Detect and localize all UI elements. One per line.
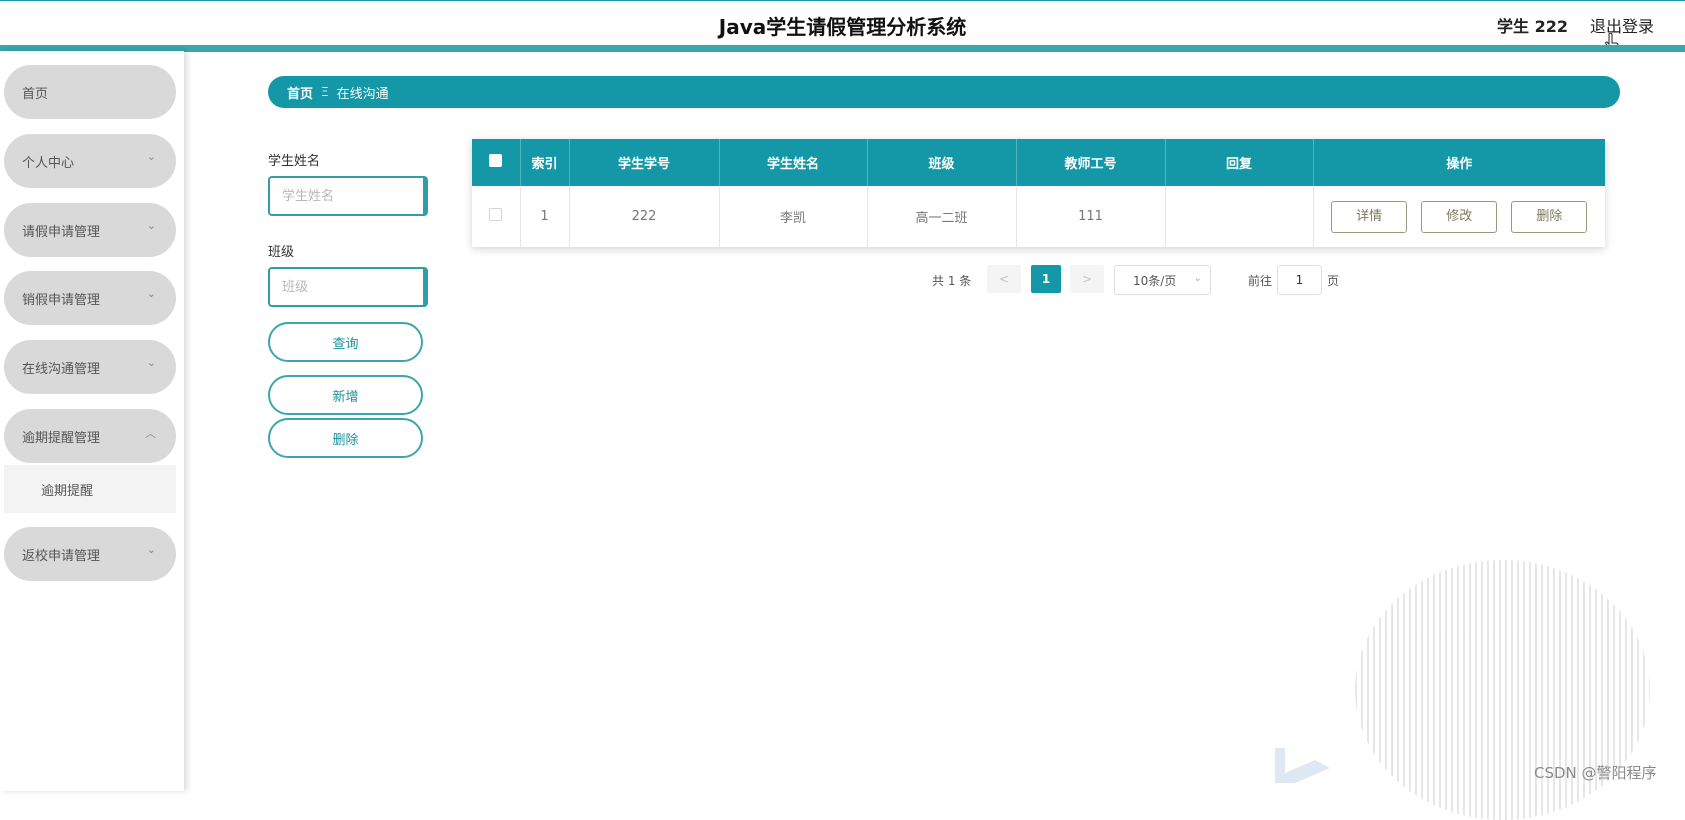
chevron-up-icon: ︿: [145, 427, 156, 440]
sidebar: 首页 个人中心 ⌄ 请假申请管理 ⌄ 销假申请管理 ⌄ 在线沟通管理 ⌄ 逾期提…: [0, 51, 184, 791]
top-header: Java学生请假管理分析系统 学生 222 退出登录: [0, 0, 1685, 52]
sidebar-item-personal-center[interactable]: 个人中心 ⌄: [4, 134, 176, 188]
sidebar-item-label: 销假申请管理: [22, 292, 101, 308]
cell-index: 1: [520, 186, 570, 247]
prev-page-button[interactable]: <: [987, 265, 1021, 293]
column-header: 学生姓名: [719, 139, 868, 186]
class-input[interactable]: [268, 267, 428, 307]
cell-actions: 详情 修改 删除: [1313, 186, 1605, 247]
sidebar-subitem-overdue[interactable]: 逾期提醒: [4, 465, 176, 513]
breadcrumb: 首页 Ξ 在线沟通: [268, 76, 1620, 108]
select-all-checkbox[interactable]: [472, 139, 521, 186]
row-checkbox[interactable]: [472, 186, 521, 247]
breadcrumb-home[interactable]: 首页: [287, 83, 313, 102]
batch-delete-button[interactable]: 删除: [268, 418, 423, 458]
chevron-down-icon: ⌄: [146, 150, 156, 163]
column-header: 操作: [1313, 139, 1605, 186]
add-button[interactable]: 新增: [268, 375, 423, 415]
student-name-input[interactable]: [268, 176, 428, 216]
cell-reply: [1165, 186, 1314, 247]
chevron-down-icon: ⌄: [146, 287, 156, 300]
sidebar-item-overdue-reminder[interactable]: 逾期提醒管理 ︿: [4, 409, 176, 463]
chevron-down-icon: ⌄: [146, 356, 156, 369]
sidebar-item-label: 在线沟通管理: [22, 361, 101, 377]
delete-button[interactable]: 删除: [1511, 200, 1588, 233]
detail-button[interactable]: 详情: [1331, 200, 1408, 233]
column-header: 回复: [1165, 139, 1314, 186]
cell-teacher-id: 111: [1016, 186, 1166, 247]
next-page-button[interactable]: >: [1070, 265, 1104, 293]
chevron-down-icon: ⌄: [146, 543, 156, 556]
watermark-logo-icon: [1275, 748, 1330, 783]
breadcrumb-current: 在线沟通: [336, 86, 389, 102]
sidebar-item-label: 逾期提醒管理: [22, 430, 101, 446]
sidebar-item-label: 请假申请管理: [22, 224, 101, 240]
chevron-down-icon: ⌄: [146, 219, 156, 232]
sidebar-item-label: 首页: [22, 86, 49, 102]
sidebar-item-leave-request[interactable]: 请假申请管理 ⌄: [4, 203, 176, 257]
page-size-select[interactable]: 10条/页 ⌄: [1114, 265, 1211, 295]
column-header: 索引: [520, 139, 570, 186]
goto-unit: 页: [1327, 273, 1340, 288]
breadcrumb-separator-icon: Ξ: [321, 85, 329, 99]
cell-student-id: 222: [569, 186, 720, 247]
logout-link[interactable]: 退出登录: [1590, 13, 1654, 37]
sidebar-item-return-request[interactable]: 返校申请管理 ⌄: [4, 527, 176, 581]
page-number-current[interactable]: 1: [1031, 265, 1061, 293]
current-user: 学生 222: [1497, 17, 1568, 36]
sidebar-item-label: 逾期提醒: [41, 483, 94, 499]
column-header: 班级: [867, 139, 1017, 186]
app-title: Java学生请假管理分析系统: [718, 15, 967, 39]
watermark-text: CSDN @警阳程序: [1534, 764, 1657, 782]
query-button[interactable]: 查询: [268, 322, 423, 362]
sidebar-item-label: 返校申请管理: [22, 548, 101, 564]
data-table: 索引 学生学号 学生姓名 班级 教师工号 回复 操作 1 222 李凯 高一二班…: [472, 139, 1605, 247]
student-name-label: 学生姓名: [268, 154, 321, 169]
page-size-value: 10条/页: [1133, 273, 1177, 288]
goto-label: 前往: [1248, 273, 1273, 288]
column-header: 学生学号: [569, 139, 720, 186]
table-header-row: 索引 学生学号 学生姓名 班级 教师工号 回复 操作: [472, 139, 1605, 186]
sidebar-item-online-chat[interactable]: 在线沟通管理 ⌄: [4, 340, 176, 394]
cell-student-name: 李凯: [719, 186, 868, 247]
header-accent-bar: [0, 45, 1685, 52]
goto-page-input[interactable]: [1277, 265, 1322, 295]
sidebar-item-home[interactable]: 首页: [4, 65, 176, 119]
sidebar-item-leave-cancel[interactable]: 销假申请管理 ⌄: [4, 271, 176, 325]
class-label: 班级: [268, 245, 295, 260]
sidebar-item-label: 个人中心: [22, 155, 75, 171]
cell-class: 高一二班: [867, 186, 1017, 247]
column-header: 教师工号: [1016, 139, 1166, 186]
chevron-down-icon: ⌄: [1193, 273, 1202, 284]
pagination-total: 共 1 条: [932, 273, 972, 288]
edit-button[interactable]: 修改: [1421, 200, 1498, 233]
table-row: 1 222 李凯 高一二班 111 详情 修改 删除: [472, 186, 1605, 247]
